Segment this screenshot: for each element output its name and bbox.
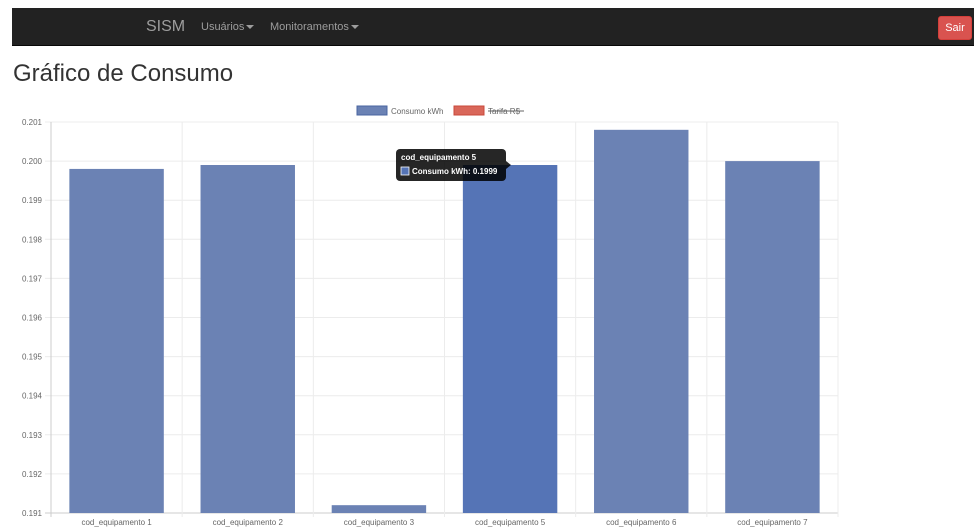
chart-bar (69, 168, 164, 514)
y-tick-label: 0.192 (22, 470, 43, 479)
y-tick-label: 0.194 (22, 392, 43, 401)
x-tick-label: cod_equipamento 3 (344, 518, 415, 527)
tooltip-swatch (400, 166, 410, 176)
tooltip-label: Consumo kWh: 0.1999 (412, 167, 498, 176)
chart-bar (594, 129, 689, 513)
chart-bar (462, 165, 558, 513)
tooltip-title: cod_equipamento 5 (401, 153, 477, 162)
y-tick-label: 0.200 (22, 157, 43, 166)
x-tick-label: cod_equipamento 7 (737, 518, 808, 527)
consumption-chart: 0.201 0.200 0.199 0.198 0.197 0.196 0.195 0.194… (22, 105, 839, 527)
y-tick-label: 0.197 (22, 274, 43, 283)
legend-swatch-tarifa (453, 105, 485, 116)
chart-bar (725, 161, 820, 513)
y-tick-label: 0.199 (22, 196, 43, 205)
y-tick-label: 0.198 (22, 235, 43, 244)
y-tick-label: 0.193 (22, 431, 43, 440)
x-tick-label: cod_equipamento 2 (213, 518, 284, 527)
x-tick-label: cod_equipamento 6 (606, 518, 677, 527)
y-tick-label: 0.195 (22, 353, 43, 362)
y-tick-label: 0.191 (22, 509, 43, 518)
x-tick-label: cod_equipamento 5 (475, 518, 546, 527)
y-tick-label: 0.196 (22, 314, 43, 323)
chart-bar (331, 505, 427, 513)
legend-label-consumo: Consumo kWh (391, 107, 443, 116)
chart-bar (200, 165, 295, 513)
y-tick-label: 0.201 (22, 118, 43, 127)
legend-swatch-consumo (356, 105, 388, 116)
x-tick-label: cod_equipamento 1 (81, 518, 152, 527)
